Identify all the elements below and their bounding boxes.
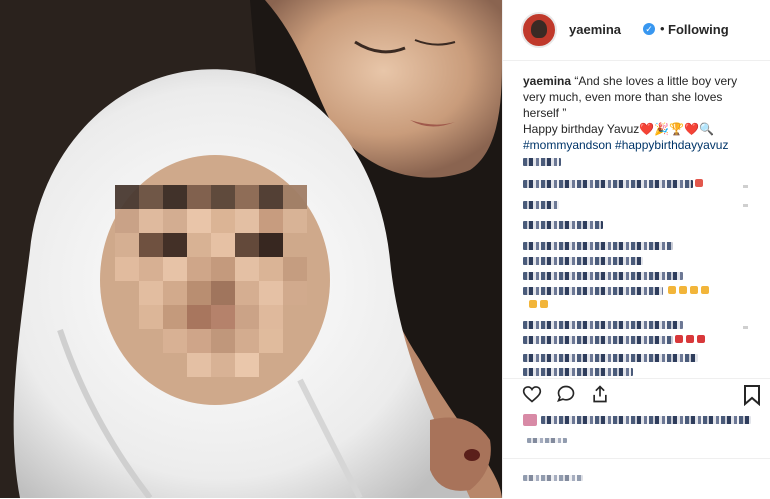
comment-blurred bbox=[523, 336, 673, 344]
emoji-blurred bbox=[668, 286, 676, 294]
comment-reply-dot[interactable] bbox=[743, 326, 748, 329]
comment-blurred bbox=[523, 354, 698, 362]
author-avatar[interactable] bbox=[521, 12, 557, 48]
comment-blurred bbox=[523, 221, 603, 229]
bookmark-icon bbox=[744, 385, 760, 407]
comment-blurred bbox=[523, 368, 633, 376]
comment-blurred bbox=[523, 287, 663, 295]
share-button[interactable] bbox=[589, 384, 611, 406]
emoji-blurred bbox=[701, 286, 709, 294]
author-username[interactable]: yaemina bbox=[569, 22, 621, 37]
comment-reply-dot[interactable] bbox=[743, 204, 748, 207]
comment-blurred bbox=[523, 272, 683, 280]
comment-blurred bbox=[523, 257, 643, 265]
emoji-blurred bbox=[675, 335, 683, 343]
comment-reply-dot[interactable] bbox=[743, 185, 748, 188]
share-icon bbox=[593, 385, 607, 403]
following-button[interactable]: Following bbox=[668, 22, 729, 37]
comment-button[interactable] bbox=[555, 384, 577, 406]
emoji-blurred bbox=[690, 286, 698, 294]
photo-illustration bbox=[0, 0, 502, 498]
emoji-blurred bbox=[697, 335, 705, 343]
comment-icon bbox=[557, 385, 575, 403]
caption-username[interactable]: yaemina bbox=[523, 74, 571, 88]
post-caption: yaemina “And she loves a little boy very… bbox=[523, 73, 759, 153]
comment-blurred bbox=[523, 158, 561, 166]
comment-blurred bbox=[523, 242, 673, 250]
post-sidebar: yaemina ✓ • Following yaemina “And she l… bbox=[502, 0, 770, 498]
like-button[interactable] bbox=[521, 384, 543, 406]
heart-icon bbox=[522, 386, 542, 403]
emoji-blurred bbox=[679, 286, 687, 294]
post-actions bbox=[503, 378, 770, 409]
comment-blurred bbox=[523, 201, 559, 209]
add-comment-placeholder-blurred bbox=[523, 475, 583, 481]
caption-hashtags[interactable]: #mommyandson #happybirthdayyavuz bbox=[523, 138, 728, 152]
verified-icon: ✓ bbox=[643, 23, 655, 35]
header-separator: • bbox=[660, 21, 665, 36]
timestamp-text-blurred bbox=[527, 438, 567, 443]
comment-blurred bbox=[523, 180, 693, 188]
caption-line2: Happy birthday Yavuz bbox=[523, 122, 640, 136]
liker-avatar-blurred bbox=[523, 414, 537, 426]
emoji-blurred bbox=[540, 300, 548, 308]
likes-text-blurred bbox=[541, 416, 751, 424]
save-button[interactable] bbox=[741, 384, 763, 407]
emoji-blurred bbox=[686, 335, 694, 343]
comment-blurred bbox=[523, 321, 683, 329]
emoji-blurred bbox=[529, 300, 537, 308]
post-header: yaemina ✓ • Following bbox=[503, 0, 770, 61]
add-comment-area[interactable] bbox=[503, 458, 770, 499]
instagram-post: yaemina ✓ • Following yaemina “And she l… bbox=[0, 0, 770, 498]
caption-emojis: ❤️🎉🏆❤️🔍 bbox=[639, 122, 715, 136]
post-photo[interactable] bbox=[0, 0, 502, 498]
emoji-blurred bbox=[695, 179, 703, 187]
